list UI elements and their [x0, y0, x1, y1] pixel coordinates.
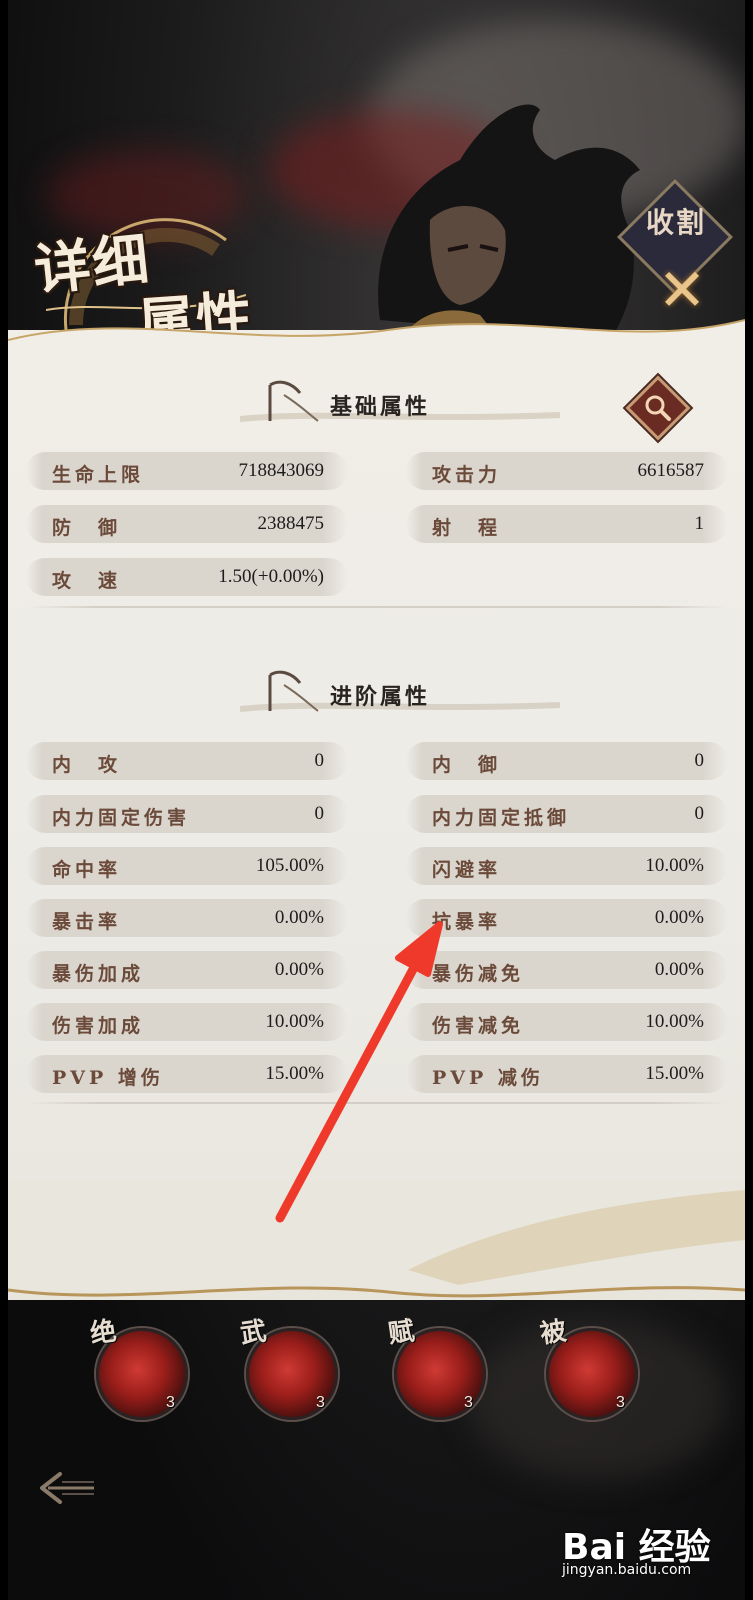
stat-row-dodge-rate: 闪避率 10.00% — [406, 847, 728, 885]
watermark-url: jingyan.baidu.com — [562, 1562, 692, 1578]
skill-tag: 被 — [538, 1316, 569, 1350]
stat-label: 暴击率 — [52, 911, 122, 933]
search-button[interactable] — [625, 375, 691, 441]
stat-value: 0 — [314, 803, 325, 824]
stat-label: PVP 减伤 — [432, 1067, 544, 1089]
skill-count: 3 — [166, 1394, 175, 1411]
stat-row-max-hp: 生命上限 718843069 — [26, 452, 348, 490]
skill-count: 3 — [316, 1394, 325, 1411]
stat-row-range: 射 程 1 — [406, 505, 728, 543]
stat-value: 0.00% — [274, 907, 324, 928]
stat-value: 1 — [694, 513, 705, 534]
stat-label: 内 御 — [432, 754, 502, 776]
stat-label: 伤害加成 — [52, 1015, 145, 1037]
skill-tag: 绝 — [88, 1316, 119, 1350]
stat-row-inner-attack: 内 攻 0 — [26, 742, 348, 780]
stat-label: 防 御 — [52, 517, 122, 539]
advanced-section-title: 进阶属性 — [330, 684, 431, 710]
screen-border-right — [745, 0, 753, 1600]
stat-row-hit-rate: 命中率 105.00% — [26, 847, 348, 885]
stat-row-crit-damage-bonus: 暴伤加成 0.00% — [26, 951, 348, 989]
stat-value: 0.00% — [654, 959, 704, 980]
stat-label: 命中率 — [52, 859, 122, 881]
stat-value: 0 — [694, 803, 705, 824]
stat-row-inner-fixed-damage: 内力固定伤害 0 — [26, 795, 348, 833]
section-divider — [26, 1102, 728, 1104]
stat-label: 暴伤减免 — [432, 963, 525, 985]
close-button-label: 收割 — [646, 206, 707, 239]
stat-label: 内力固定抵御 — [432, 807, 571, 829]
stat-value: 15.00% — [645, 1063, 704, 1084]
stat-label: 攻击力 — [432, 464, 502, 486]
stat-label: 内力固定伤害 — [52, 807, 191, 829]
section-divider — [26, 606, 728, 608]
skill-count: 3 — [616, 1394, 625, 1411]
stat-row-damage-reduction: 伤害减免 10.00% — [406, 1003, 728, 1041]
stat-value: 105.00% — [255, 855, 324, 876]
stat-row-pvp-damage-reduction: PVP 减伤 15.00% — [406, 1055, 728, 1093]
stat-value: 10.00% — [645, 1011, 704, 1032]
skill-count: 3 — [464, 1394, 473, 1411]
stat-value: 0.00% — [274, 959, 324, 980]
stat-row-damage-bonus: 伤害加成 10.00% — [26, 1003, 348, 1041]
skill-slot-4[interactable]: 被 3 — [538, 1316, 646, 1420]
stat-label: 抗暴率 — [432, 911, 502, 933]
stat-value: 1.50(+0.00%) — [218, 566, 324, 587]
stat-value: 15.00% — [265, 1063, 324, 1084]
stat-value: 0 — [694, 750, 705, 771]
stat-value: 10.00% — [645, 855, 704, 876]
skill-slot-1[interactable]: 绝 3 — [88, 1316, 196, 1420]
stat-value: 6616587 — [637, 460, 705, 481]
stat-label: 生命上限 — [52, 464, 145, 486]
stat-label: PVP 增伤 — [52, 1067, 164, 1089]
skill-slot-3[interactable]: 赋 3 — [386, 1316, 494, 1420]
skill-tag: 赋 — [386, 1316, 417, 1350]
stat-label: 伤害减免 — [432, 1015, 525, 1037]
stat-label: 暴伤加成 — [52, 963, 145, 985]
baidu-watermark: Bai 经验 jingyan.baidu.com — [562, 1518, 742, 1588]
stat-row-crit-resist: 抗暴率 0.00% — [406, 899, 728, 937]
skill-slot-2[interactable]: 武 3 — [238, 1316, 346, 1420]
stat-value: 0 — [314, 750, 325, 771]
stat-row-inner-fixed-resist: 内力固定抵御 0 — [406, 795, 728, 833]
stat-row-crit-rate: 暴击率 0.00% — [26, 899, 348, 937]
stat-row-inner-defense: 内 御 0 — [406, 742, 728, 780]
back-arrow-icon — [40, 1472, 94, 1504]
screen-border-left — [0, 0, 8, 1600]
stat-value: 2388475 — [257, 513, 325, 534]
skill-tag: 武 — [238, 1316, 269, 1350]
stat-label: 闪避率 — [432, 859, 502, 881]
stat-row-attack-speed: 攻 速 1.50(+0.00%) — [26, 558, 348, 596]
stat-row-defense: 防 御 2388475 — [26, 505, 348, 543]
stat-label: 攻 速 — [52, 570, 122, 592]
panel-bottom-edge — [8, 1180, 745, 1298]
basic-section-title: 基础属性 — [330, 394, 431, 420]
back-button[interactable] — [38, 1464, 98, 1512]
stat-value: 718843069 — [238, 460, 325, 481]
stat-row-attack: 攻击力 6616587 — [406, 452, 728, 490]
advanced-section-header: 进阶属性 — [0, 665, 753, 725]
stat-row-crit-damage-reduction: 暴伤减免 0.00% — [406, 951, 728, 989]
stat-label: 内 攻 — [52, 754, 122, 776]
magnifier-icon — [645, 395, 671, 421]
stat-value: 0.00% — [654, 907, 704, 928]
stat-row-pvp-damage-bonus: PVP 增伤 15.00% — [26, 1055, 348, 1093]
stat-value: 10.00% — [265, 1011, 324, 1032]
stat-label: 射 程 — [432, 517, 502, 539]
panel-top-edge — [8, 319, 745, 360]
